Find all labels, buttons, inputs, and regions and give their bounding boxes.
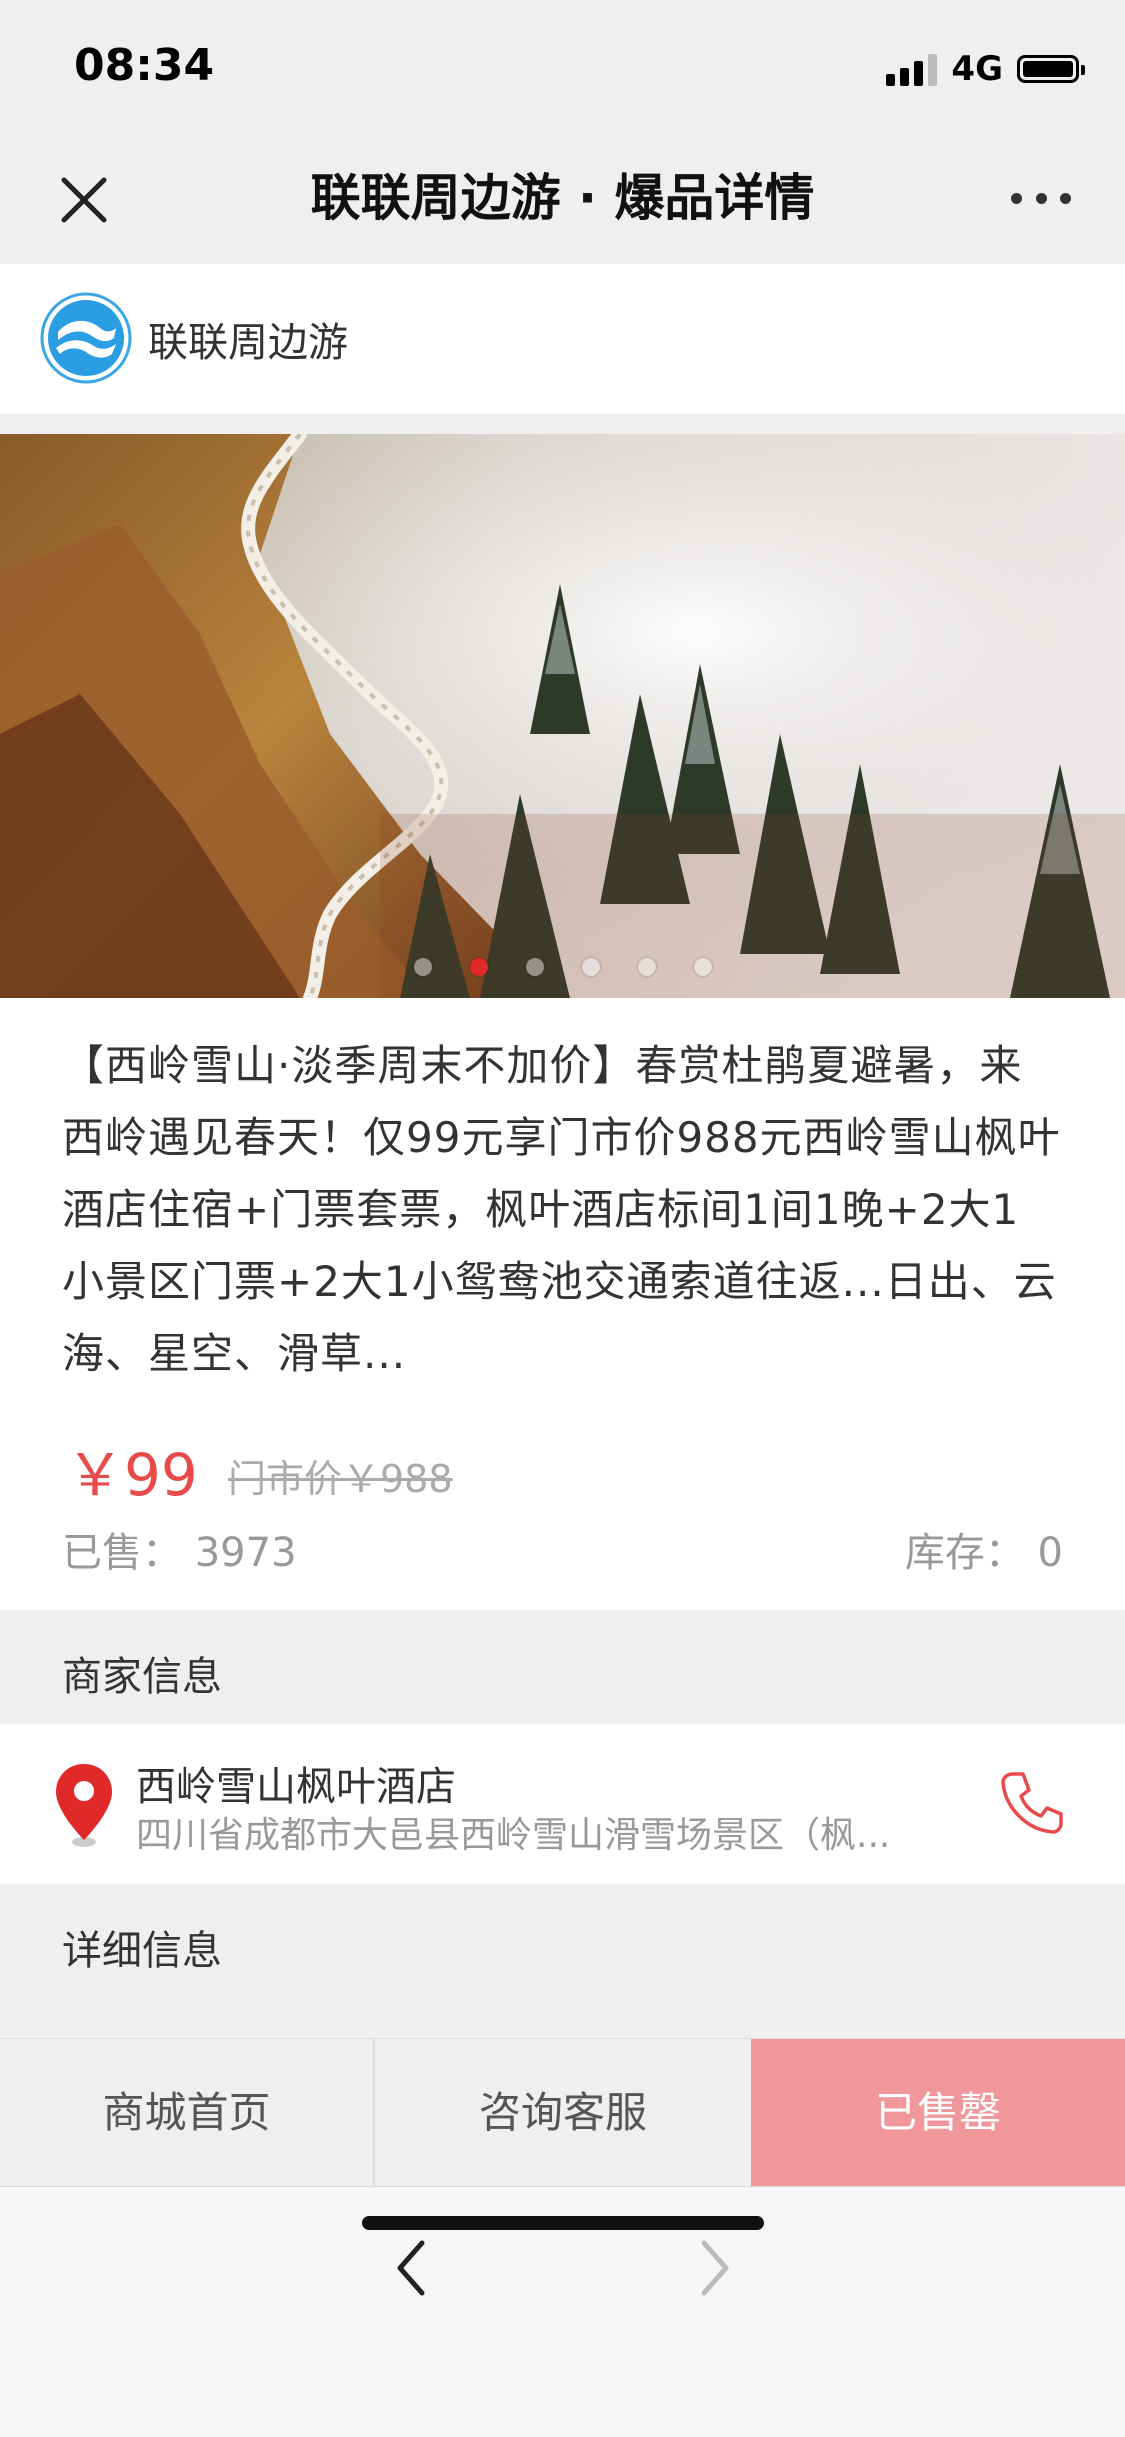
sold-out-button[interactable]: 已售罄 [751,2039,1125,2187]
stock-label: 库存： [904,1530,1025,1576]
home-indicator [362,2216,764,2230]
sold-label: 已售： [62,1530,182,1576]
merchant-row[interactable]: 西岭雪山枫叶酒店 四川省成都市大邑县西岭雪山滑雪场景区（枫... [0,1724,1125,1884]
sold-value: 3973 [194,1530,297,1576]
mountain-trail-photo [0,434,1125,998]
customer-service-button[interactable]: 咨询客服 [375,2039,751,2187]
carousel-dot[interactable] [693,958,712,976]
merchant-address: 四川省成都市大邑县西岭雪山滑雪场景区（枫... [136,1815,891,1856]
stock-count: 库存： 0 [905,1520,1063,1578]
carousel-dot[interactable] [525,958,544,976]
close-icon[interactable] [56,172,112,228]
bottom-action-bar: 商城首页 咨询客服 已售罄 [0,2038,1125,2187]
sold-count: 已售： 3973 [62,1520,297,1578]
mall-home-button[interactable]: 商城首页 [0,2039,375,2187]
location-pin-icon [56,1764,112,1847]
merchant-section-header: 商家信息 [0,1610,1125,1724]
product-info: 【西岭雪山·淡季周末不加价】春赏杜鹃夏避暑，来西岭遇见春天！仅99元享门市价98… [0,998,1125,1610]
original-price: 门市价￥988 [228,1457,453,1501]
carousel-dot[interactable] [581,958,600,976]
more-icon[interactable] [1011,188,1071,208]
carousel-dot[interactable] [413,958,432,976]
product-banner[interactable] [0,434,1125,998]
product-price: ￥99 [66,1441,198,1509]
phone-icon[interactable] [997,1768,1067,1838]
nav-bar: 联联周边游 · 爆品详情 [0,132,1125,264]
carousel-dot[interactable] [637,958,656,976]
status-bar: 08:34 4G [0,0,1125,132]
product-title: 【西岭雪山·淡季周末不加价】春赏杜鹃夏避暑，来西岭遇见春天！仅99元享门市价98… [62,1041,1061,1378]
chevron-left-icon[interactable] [388,2233,438,2303]
carousel-indicator [0,958,1125,976]
battery-icon [1017,55,1085,83]
status-time: 08:34 [74,40,215,91]
shop-logo [40,292,132,384]
carousel-dot-active[interactable] [469,958,488,976]
section-title: 详细信息 [62,1928,222,1974]
detail-section-header: 详细信息 [0,1884,1125,1998]
signal-icon [886,52,938,86]
network-type: 4G [951,49,1003,89]
section-title: 商家信息 [62,1654,222,1700]
chevron-right-icon[interactable] [688,2233,738,2303]
status-indicators: 4G [886,44,1085,94]
stock-value: 0 [1037,1530,1063,1576]
shop-header[interactable]: 联联周边游 [0,264,1125,414]
merchant-name: 西岭雪山枫叶酒店 [136,1764,456,1810]
shop-name: 联联周边游 [148,320,348,366]
page-title: 联联周边游 · 爆品详情 [310,169,815,227]
